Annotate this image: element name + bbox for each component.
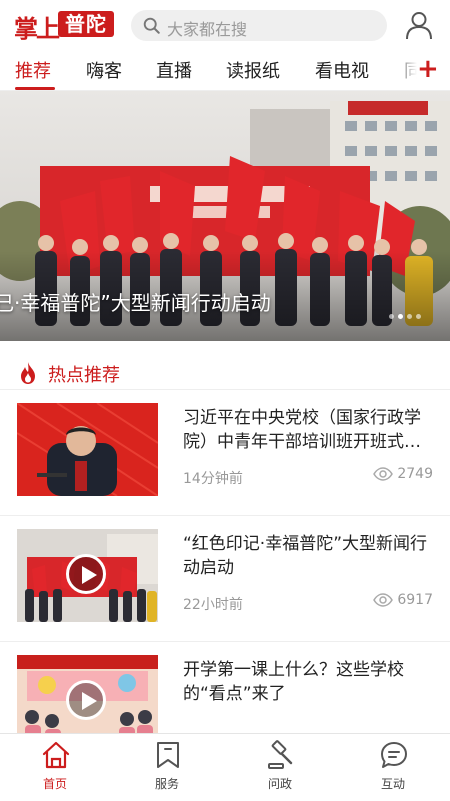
nav-label: 互动 [380,777,405,791]
carousel-dot[interactable] [389,314,394,319]
search-icon [143,17,160,34]
news-view-count: 6917 [397,592,433,608]
news-item[interactable]: 习近平在中央党校（国家行政学院）中青年干部培训班开班式… 14分钟前 2749 [0,389,450,514]
carousel-dot[interactable] [416,314,421,319]
news-item[interactable]: 开学第一课上什么？这些学校的“看点”来了 [0,641,450,734]
bookmark-icon [157,742,179,768]
news-time: 22小时前 [183,597,243,613]
logo-text-b: 普陀 [58,11,114,37]
news-view-count: 2749 [397,466,433,482]
tab-recommend[interactable]: 推荐 [15,57,51,83]
gavel-icon [268,740,293,769]
news-thumbnail [17,403,158,496]
active-tab-indicator [15,87,55,90]
user-profile-icon[interactable] [404,10,434,40]
add-channel-icon[interactable]: + [417,54,439,84]
eye-icon [373,467,394,481]
nav-home[interactable]: 首页 [15,734,95,801]
section-title: 热点推荐 [48,365,120,386]
nav-label: 服务 [154,777,179,791]
tab-haike[interactable]: 嗨客 [86,57,122,83]
play-icon[interactable] [66,554,106,594]
app-logo[interactable]: 掌上 普陀 [14,9,114,43]
category-tabs: 推荐 嗨客 直播 读报纸 看电视 同 + [0,52,450,91]
play-icon[interactable] [66,680,106,720]
chat-icon [381,742,407,768]
nav-label: 问政 [267,777,292,791]
carousel-dot-active[interactable] [398,314,403,319]
tab-tv[interactable]: 看电视 [315,57,369,83]
news-title: 习近平在中央党校（国家行政学院）中青年干部培训班开班式… [183,408,421,452]
news-views: 6917 [373,592,433,608]
news-title: 开学第一课上什么？这些学校的“看点”来了 [183,660,404,704]
app-header: 掌上 普陀 大家都在搜 [0,0,450,52]
carousel-indicators [389,304,425,319]
news-time: 14分钟前 [183,471,243,487]
tab-live[interactable]: 直播 [156,57,192,83]
news-title: “红色印记·幸福普陀”大型新闻行动启动 [183,534,428,578]
flame-icon [21,362,35,384]
bottom-navigation: 首页 服务 问政 互动 [0,733,450,801]
home-icon [42,741,70,769]
nav-label: 首页 [42,777,67,791]
news-item[interactable]: “红色印记·幸福普陀”大型新闻行动启动 22小时前 6917 [0,515,450,640]
search-bar[interactable]: 大家都在搜 [131,10,387,41]
banner-caption: 己·幸福普陀”大型新闻行动启动 [0,291,271,315]
news-thumbnail [17,655,158,734]
nav-services[interactable]: 服务 [127,734,207,801]
banner-carousel[interactable]: 己·幸福普陀”大型新闻行动启动 [0,91,450,341]
nav-inquiry[interactable]: 问政 [240,734,320,801]
news-thumbnail [17,529,158,622]
search-placeholder: 大家都在搜 [167,20,248,39]
carousel-dot[interactable] [407,314,412,319]
news-views: 2749 [373,466,433,482]
tab-newspaper[interactable]: 读报纸 [226,57,280,83]
banner-caption-bar: 己·幸福普陀”大型新闻行动启动 [0,282,450,322]
logo-text-a: 掌上 [14,14,60,43]
eye-icon [373,593,394,607]
nav-interaction[interactable]: 互动 [353,734,433,801]
